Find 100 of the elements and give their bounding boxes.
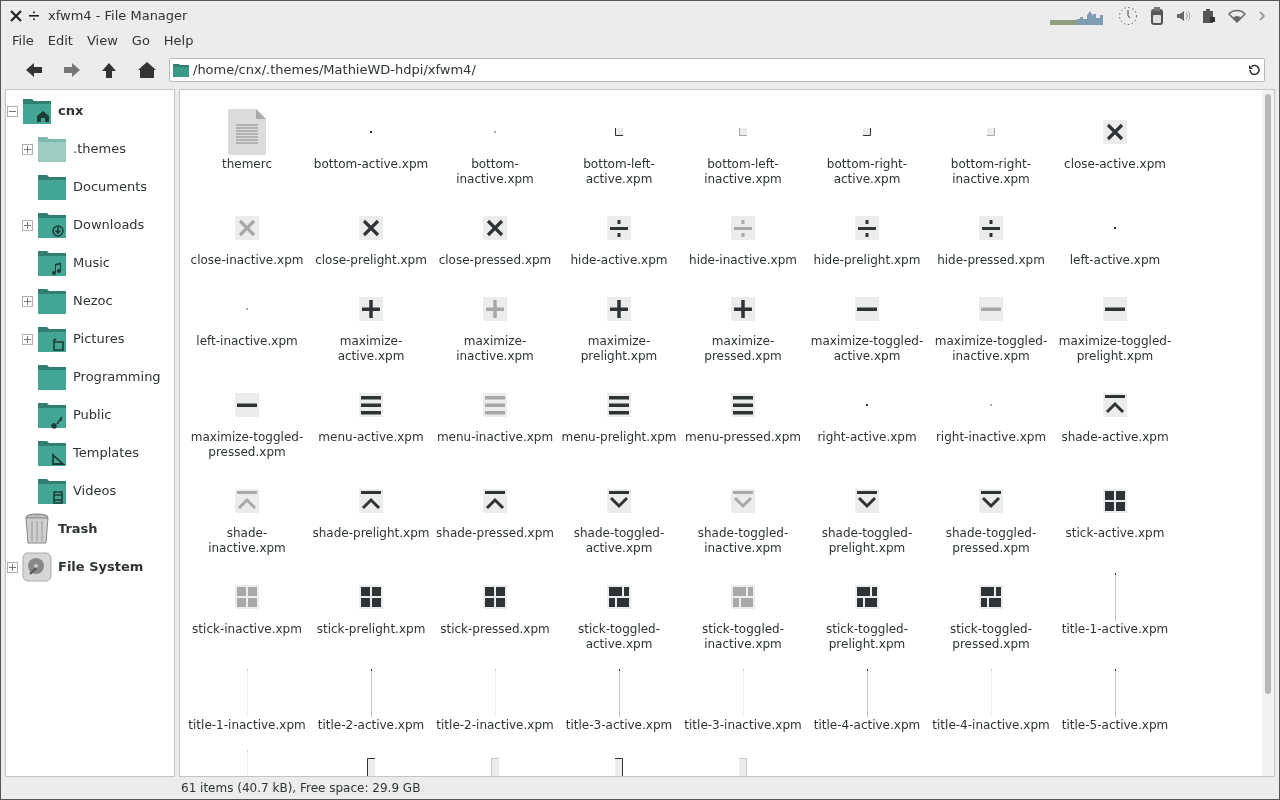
grid-icon — [359, 585, 383, 609]
file-name[interactable]: menu-pressed.xpm — [684, 430, 802, 445]
folder-icon — [37, 210, 67, 240]
file-name[interactable]: bottom-left-active.xpm — [560, 157, 678, 187]
file-name[interactable]: maximize-inactive.xpm — [436, 334, 554, 364]
sidebar-item[interactable]: Pictures — [73, 329, 125, 349]
file-name[interactable]: hide-prelight.xpm — [808, 253, 926, 268]
file-name[interactable]: bottom-inactive.xpm — [436, 157, 554, 187]
wifi-icon[interactable] — [1228, 9, 1246, 23]
sidebar-item[interactable]: Public — [73, 405, 112, 425]
file-name[interactable]: maximize-active.xpm — [312, 334, 430, 364]
sidebar-item[interactable]: Documents — [73, 177, 148, 197]
file-name[interactable]: bottom-right-active.xpm — [808, 157, 926, 187]
file-name[interactable]: stick-toggled-pressed.xpm — [932, 622, 1050, 652]
trash-icon — [22, 513, 52, 545]
file-name[interactable]: shade-toggled-active.xpm — [560, 526, 678, 556]
file-name[interactable]: left-active.xpm — [1056, 253, 1174, 268]
file-name[interactable]: hide-pressed.xpm — [932, 253, 1050, 268]
file-name[interactable]: shade-toggled-inactive.xpm — [684, 526, 802, 556]
folder-icon — [37, 362, 67, 392]
file-name[interactable]: stick-toggled-prelight.xpm — [808, 622, 926, 652]
expand-toggle[interactable] — [22, 219, 33, 231]
battery-icon[interactable] — [1202, 8, 1216, 24]
file-name[interactable]: title-2-active.xpm — [312, 718, 430, 733]
menu-item[interactable]: Edit — [40, 31, 80, 51]
file-name[interactable]: stick-toggled-active.xpm — [560, 622, 678, 652]
sidebar-item[interactable]: cnx — [58, 101, 84, 121]
divide-icon — [855, 216, 879, 240]
sidebar-item[interactable]: File System — [58, 557, 144, 577]
file-name[interactable]: menu-inactive.xpm — [436, 430, 554, 445]
file-name[interactable]: maximize-toggled-active.xpm — [808, 334, 926, 364]
file-name[interactable]: shade-toggled-pressed.xpm — [932, 526, 1050, 556]
file-name[interactable]: menu-active.xpm — [312, 430, 430, 445]
sidebar-item[interactable]: Templates — [73, 443, 140, 463]
file-name[interactable]: close-active.xpm — [1056, 157, 1174, 172]
file-name[interactable]: left-inactive.xpm — [188, 334, 306, 349]
sidebar-item[interactable]: Music — [73, 253, 110, 273]
sidebar-item[interactable]: Trash — [58, 519, 98, 539]
expand-toggle[interactable] — [22, 143, 33, 155]
menu-item[interactable]: Go — [124, 31, 157, 51]
volume-icon[interactable] — [1176, 9, 1190, 23]
file-name[interactable]: right-active.xpm — [808, 430, 926, 445]
plus-icon — [731, 297, 755, 321]
sidebar-item[interactable]: Programming — [73, 367, 161, 387]
menu-item[interactable]: File — [5, 31, 41, 51]
file-name[interactable]: title-5-active.xpm — [1056, 718, 1174, 733]
collapse-toggle[interactable] — [7, 105, 18, 117]
close-icon[interactable] — [10, 10, 22, 22]
file-name[interactable]: menu-prelight.xpm — [560, 430, 678, 445]
file-name[interactable]: title-3-active.xpm — [560, 718, 678, 733]
file-name[interactable]: title-2-inactive.xpm — [436, 718, 554, 733]
file-name[interactable]: maximize-toggled-inactive.xpm — [932, 334, 1050, 364]
chevron-down-icon — [855, 489, 879, 513]
file-name[interactable]: stick-prelight.xpm — [312, 622, 430, 637]
file-name[interactable]: shade-active.xpm — [1056, 430, 1174, 445]
file-name[interactable]: stick-toggled-inactive.xpm — [684, 622, 802, 652]
menu-item[interactable]: View — [79, 31, 125, 51]
sidebar-item[interactable]: Downloads — [73, 215, 145, 235]
file-name[interactable]: hide-active.xpm — [560, 253, 678, 268]
file-name[interactable]: close-pressed.xpm — [436, 253, 554, 268]
sidebar-item[interactable]: Nezoc — [73, 291, 113, 311]
file-name[interactable]: shade-toggled-prelight.xpm — [808, 526, 926, 556]
file-name[interactable]: maximize-prelight.xpm — [560, 334, 678, 364]
file-name[interactable]: title-1-active.xpm — [1056, 622, 1174, 637]
file-name[interactable]: close-prelight.xpm — [312, 253, 430, 268]
file-name[interactable]: shade-inactive.xpm — [188, 526, 306, 556]
clipboard-icon[interactable] — [1150, 6, 1164, 26]
file-name[interactable]: bottom-active.xpm — [312, 157, 430, 172]
file-name[interactable]: hide-inactive.xpm — [684, 253, 802, 268]
chevron-right-icon[interactable] — [1258, 10, 1266, 22]
expand-toggle[interactable] — [22, 295, 33, 307]
vertical-line-icon — [370, 669, 372, 717]
expand-toggle[interactable] — [7, 561, 18, 573]
menu-item[interactable]: Help — [156, 31, 201, 51]
file-name[interactable]: stick-inactive.xpm — [188, 622, 306, 637]
reload-icon[interactable] — [1247, 63, 1261, 77]
scrollbar[interactable] — [1262, 90, 1274, 776]
file-name[interactable]: bottom-left-inactive.xpm — [684, 157, 802, 187]
file-name[interactable]: bottom-right-inactive.xpm — [932, 157, 1050, 187]
file-name[interactable]: themerc — [188, 157, 306, 172]
file-name[interactable]: title-1-inactive.xpm — [188, 718, 306, 733]
file-name[interactable]: maximize-toggled-pressed.xpm — [188, 430, 306, 460]
file-name[interactable]: maximize-toggled-prelight.xpm — [1056, 334, 1174, 364]
location-field[interactable]: /home/cnx/.themes/MathieWD-hdpi/xfwm4/ — [169, 58, 1265, 82]
file-name[interactable]: stick-pressed.xpm — [436, 622, 554, 637]
file-name[interactable]: title-3-inactive.xpm — [684, 718, 802, 733]
sidebar-item[interactable]: Videos — [73, 481, 117, 501]
file-name[interactable]: maximize-pressed.xpm — [684, 334, 802, 364]
file-name[interactable]: shade-pressed.xpm — [436, 526, 554, 541]
file-name[interactable]: right-inactive.xpm — [932, 430, 1050, 445]
divide-icon[interactable] — [28, 10, 40, 22]
file-name[interactable]: title-4-inactive.xpm — [932, 718, 1050, 733]
file-name[interactable]: shade-prelight.xpm — [312, 526, 430, 541]
menu-icon — [483, 393, 507, 417]
file-name[interactable]: title-4-active.xpm — [808, 718, 926, 733]
sidebar-item[interactable]: .themes — [73, 139, 126, 159]
file-name[interactable]: close-inactive.xpm — [188, 253, 306, 268]
clock-icon[interactable] — [1118, 6, 1138, 26]
file-name[interactable]: stick-active.xpm — [1056, 526, 1174, 541]
expand-toggle[interactable] — [22, 333, 33, 345]
